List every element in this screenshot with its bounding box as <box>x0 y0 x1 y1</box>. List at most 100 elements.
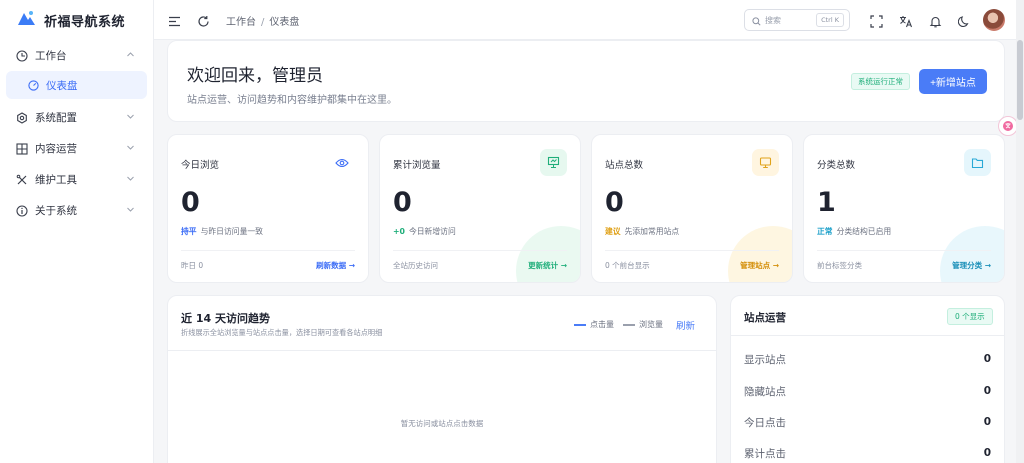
info-icon <box>16 204 28 217</box>
chevron-down-icon <box>126 174 135 186</box>
sidebar-item-workbench[interactable]: 工作台 <box>0 40 153 71</box>
dark-mode-icon[interactable] <box>957 13 971 32</box>
translate-icon[interactable] <box>899 13 913 32</box>
app-title: 祈福导航系统 <box>44 14 126 30</box>
logo-icon <box>16 10 36 30</box>
tools-icon <box>16 174 28 186</box>
card-title: 今日浏览 <box>181 160 220 171</box>
manage-sites-link[interactable]: 管理站点 → <box>740 260 779 271</box>
divider <box>181 250 355 251</box>
floating-assistant-button[interactable] <box>998 116 1018 136</box>
sidebar-item-label: 维护工具 <box>35 174 77 186</box>
stat-value: 0 <box>983 385 991 397</box>
chart-legend: 点击量 浏览量 <box>574 319 663 330</box>
sidebar-item-dashboard[interactable]: 仪表盘 <box>6 71 147 99</box>
card-value: 0 <box>605 187 624 218</box>
stat-card-total-categories: 分类总数 1 正常 分类结构已启用 前台标签分类 管理分类 → <box>803 134 1005 283</box>
card-hint-text: 与昨日访问量一致 <box>200 227 263 236</box>
visit-trend-panel: 近 14 天访问趋势 折线展示全站浏览量与站点点击量，选择日期可查看各站点明细 … <box>167 295 717 463</box>
sidebar-item-maintenance[interactable]: 维护工具 <box>0 164 153 195</box>
card-title: 站点总数 <box>605 160 644 171</box>
menu-toggle-icon[interactable] <box>168 13 181 32</box>
card-title: 分类总数 <box>817 160 856 171</box>
card-footnote: 全站历史访问 <box>393 261 438 270</box>
add-site-button[interactable]: +新增站点 <box>919 69 987 94</box>
breadcrumb: 工作台 / 仪表盘 <box>226 13 299 28</box>
divider <box>605 250 779 251</box>
search-placeholder: 搜索 <box>765 15 781 25</box>
eye-icon <box>328 149 355 176</box>
stat-card-today-views: 今日浏览 0 持平 与昨日访问量一致 昨日 0 刷新数据 → <box>167 134 369 283</box>
refresh-button[interactable]: 刷新 <box>676 318 695 332</box>
bell-icon[interactable] <box>929 13 942 32</box>
fullscreen-icon[interactable] <box>870 13 883 32</box>
legend-swatch <box>574 323 586 326</box>
card-footnote: 昨日 0 <box>181 261 204 270</box>
card-title: 累计浏览量 <box>393 160 441 171</box>
card-hint-text: 今日新增访问 <box>408 227 456 236</box>
search-shortcut: Ctrl K <box>816 13 844 27</box>
card-tag: 正常 <box>817 227 833 236</box>
card-footnote: 0 个前台显示 <box>605 261 650 270</box>
panel-subtitle: 折线展示全站浏览量与站点点击量，选择日期可查看各站点明细 <box>181 328 383 337</box>
assistant-icon <box>1002 117 1014 136</box>
divider <box>731 335 1004 336</box>
app-logo[interactable]: 祈福导航系统 <box>0 0 153 40</box>
manage-categories-link[interactable]: 管理分类 → <box>952 260 991 271</box>
card-hint: +0 今日新增访问 <box>393 226 456 237</box>
divider <box>393 250 567 251</box>
stat-label: 累计点击 <box>744 447 786 460</box>
stat-value: 0 <box>983 353 991 365</box>
stat-card-total-sites: 站点总数 0 建议 先添加常用站点 0 个前台显示 管理站点 → <box>591 134 793 283</box>
sidebar-item-label: 工作台 <box>35 50 67 62</box>
breadcrumb-item-current: 仪表盘 <box>269 17 300 28</box>
card-decoration <box>940 226 1004 282</box>
card-value: 1 <box>817 187 836 218</box>
legend-label: 点击量 <box>590 320 614 329</box>
stat-label: 隐藏站点 <box>744 385 786 398</box>
refresh-data-link[interactable]: 刷新数据 → <box>316 260 355 271</box>
card-tag: +0 <box>393 227 405 236</box>
stat-card-total-views: 累计浏览量 0 +0 今日新增访问 全站历史访问 更新统计 → <box>379 134 581 283</box>
sidebar-item-system-config[interactable]: 系统配置 <box>0 102 153 133</box>
sidebar-item-label: 关于系统 <box>35 205 77 217</box>
stat-row: 显示站点 0 <box>744 349 991 369</box>
legend-swatch <box>623 323 635 326</box>
card-hint-text: 分类结构已启用 <box>836 227 892 236</box>
sidebar-item-label: 系统配置 <box>35 112 77 124</box>
sidebar-item-content-ops[interactable]: 内容运营 <box>0 133 153 164</box>
sidebar-item-about[interactable]: 关于系统 <box>0 195 153 226</box>
topbar: 工作台 / 仪表盘 搜索 Ctrl K <box>154 0 1024 40</box>
sidebar: 祈福导航系统 工作台 仪表盘 系统配置 内容运营 维护工具 关于系统 <box>0 0 154 463</box>
panel-title: 近 14 天访问趋势 <box>181 312 270 325</box>
chevron-down-icon <box>126 112 135 124</box>
card-decoration <box>304 226 368 282</box>
update-stats-link[interactable]: 更新统计 → <box>528 260 567 271</box>
card-value: 0 <box>393 187 412 218</box>
card-decoration <box>516 226 580 282</box>
stat-label: 显示站点 <box>744 353 786 366</box>
chevron-down-icon <box>126 143 135 155</box>
search-icon <box>752 11 761 30</box>
divider <box>817 250 991 251</box>
welcome-subtitle: 站点运营、访问趋势和内容维护都集中在这里。 <box>187 95 397 106</box>
site-ops-panel: 站点运营 0 个显示 显示站点 0 隐藏站点 0 今日点击 0 累计点击 0 <box>730 295 1005 463</box>
scrollbar-thumb[interactable] <box>1017 40 1023 120</box>
system-status-badge: 系统运行正常 <box>851 73 910 90</box>
avatar[interactable] <box>983 9 1005 31</box>
breadcrumb-item[interactable]: 工作台 <box>226 17 256 28</box>
stat-value: 0 <box>983 447 991 459</box>
stat-row: 隐藏站点 0 <box>744 381 991 401</box>
card-footnote: 前台标签分类 <box>817 261 862 270</box>
chevron-down-icon <box>126 205 135 217</box>
search-input[interactable]: 搜索 Ctrl K <box>744 9 850 31</box>
card-decoration <box>728 226 792 282</box>
card-tag: 建议 <box>605 227 621 236</box>
folder-icon <box>964 149 991 176</box>
scrollbar[interactable] <box>1016 0 1024 463</box>
card-hint: 正常 分类结构已启用 <box>817 226 891 237</box>
refresh-icon[interactable] <box>197 13 210 32</box>
grid-icon <box>16 142 28 155</box>
stat-value: 0 <box>983 416 991 428</box>
card-hint: 建议 先添加常用站点 <box>605 226 679 237</box>
